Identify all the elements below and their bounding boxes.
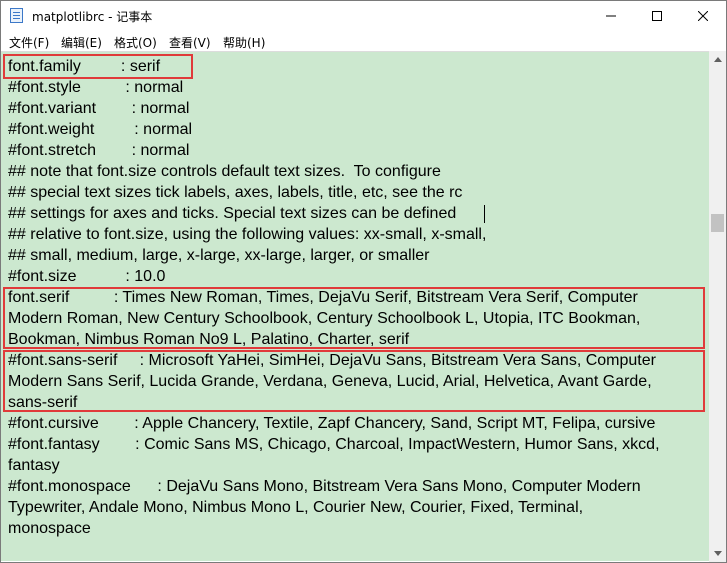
scroll-up-button[interactable] (709, 51, 726, 68)
text-line: #font.weight : normal (8, 121, 193, 138)
close-icon (698, 11, 708, 21)
highlight-box-font-sans-serif (3, 350, 705, 412)
menu-help[interactable]: 帮助(H) (223, 34, 265, 51)
text-line: #font.size : 10.0 (8, 268, 166, 285)
text-line: #font.style : normal (8, 79, 184, 96)
text-editor[interactable]: font.family : serif #font.style : normal… (1, 51, 709, 561)
minimize-icon (606, 15, 616, 17)
text-line: ## note that font.size controls default … (8, 163, 441, 180)
text-line: #font.cursive : Apple Chancery, Textile,… (8, 415, 656, 432)
chevron-down-icon (713, 551, 722, 556)
menu-format[interactable]: 格式(O) (114, 34, 157, 51)
text-line: #font.variant : normal (8, 100, 190, 117)
text-line: ## special text sizes tick labels, axes,… (8, 184, 463, 201)
chevron-up-icon (713, 57, 722, 62)
window-title: matplotlibrc - 记事本 (32, 10, 153, 24)
text-line: #font.stretch : normal (8, 142, 190, 159)
minimize-button[interactable] (588, 1, 634, 31)
menu-file[interactable]: 文件(F) (9, 34, 49, 51)
menu-edit[interactable]: 编辑(E) (61, 34, 102, 51)
text-line: Typewriter, Andale Mono, Nimbus Mono L, … (8, 499, 584, 516)
vertical-scrollbar[interactable] (709, 51, 726, 562)
title-bar[interactable]: matplotlibrc - 记事本 (1, 1, 726, 31)
maximize-icon (652, 11, 662, 21)
highlight-box-font-serif (3, 287, 705, 349)
scrollbar-thumb[interactable] (711, 214, 724, 232)
maximize-button[interactable] (634, 1, 680, 31)
text-caret (484, 205, 485, 223)
notepad-window: matplotlibrc - 记事本 文件(F) 编辑(E) 格式(O) 查看(… (0, 0, 727, 563)
text-line: #font.monospace : DejaVu Sans Mono, Bits… (8, 478, 641, 495)
text-line: ## relative to font.size, using the foll… (8, 226, 487, 243)
text-line: ## small, medium, large, x-large, xx-lar… (8, 247, 430, 264)
text-line: ## settings for axes and ticks. Special … (8, 205, 457, 222)
text-line: monospace (8, 520, 91, 537)
notepad-icon (10, 8, 23, 23)
close-button[interactable] (680, 1, 726, 31)
highlight-box-font-family (3, 54, 193, 79)
text-line: #font.fantasy : Comic Sans MS, Chicago, … (8, 436, 660, 453)
menu-view[interactable]: 查看(V) (169, 34, 211, 51)
menu-bar: 文件(F) 编辑(E) 格式(O) 查看(V) 帮助(H) (1, 31, 726, 51)
scroll-down-button[interactable] (709, 545, 726, 562)
text-line: fantasy (8, 457, 60, 474)
